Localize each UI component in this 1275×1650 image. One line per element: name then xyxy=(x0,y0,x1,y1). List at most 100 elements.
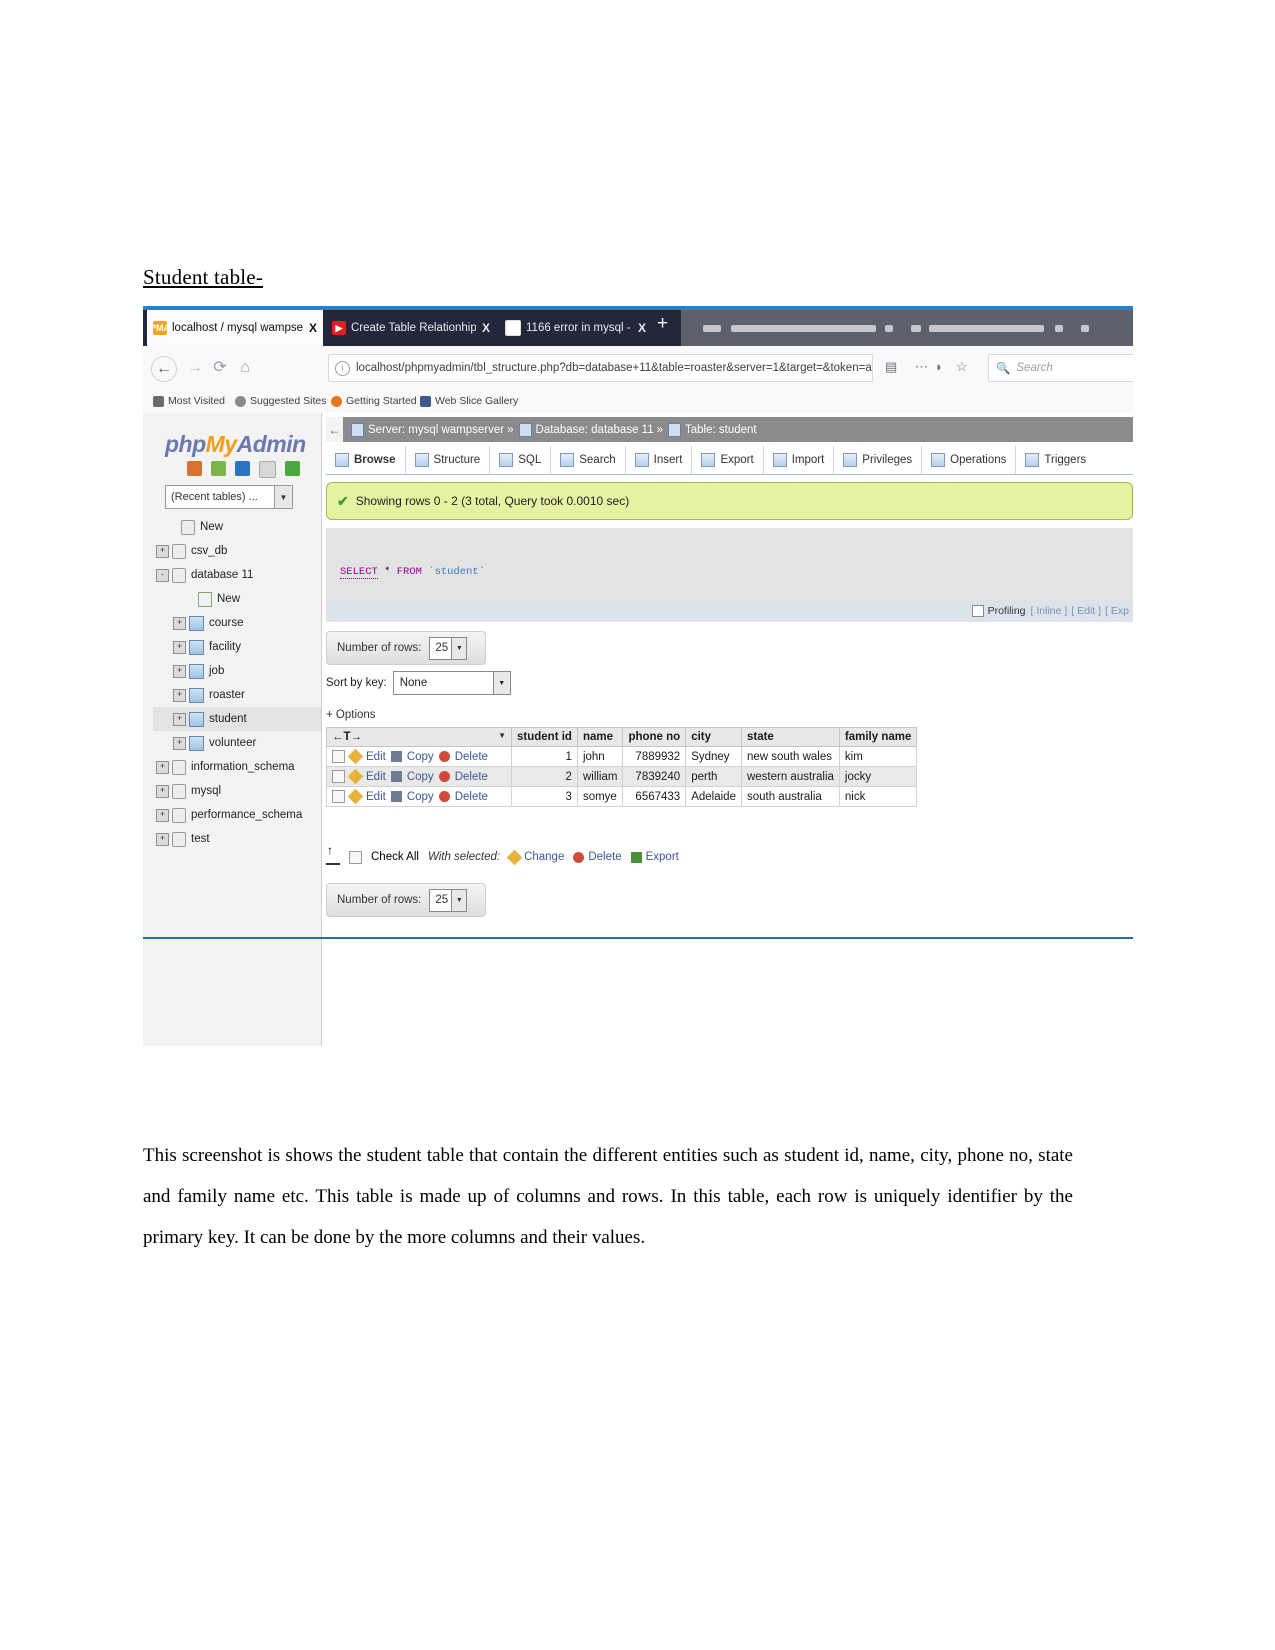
profiling-checkbox[interactable] xyxy=(971,605,984,617)
shield-icon[interactable]: ◗ xyxy=(935,359,943,374)
number-of-rows-select-top[interactable]: 25 ▼ xyxy=(429,636,468,660)
tree-item-new-table[interactable]: New xyxy=(153,587,321,611)
close-icon[interactable]: X xyxy=(309,321,317,335)
delete-link[interactable]: Delete xyxy=(455,791,488,803)
chevron-down-icon[interactable]: ▼ xyxy=(274,486,292,508)
sort-by-key-select[interactable]: None ▼ xyxy=(392,671,511,695)
number-of-rows-select-bottom[interactable]: 25 ▼ xyxy=(429,888,468,912)
delete-action[interactable]: Delete xyxy=(573,851,622,863)
table-row[interactable]: Edit Copy Delete 3 somye 6567433 Adelaid… xyxy=(326,786,918,807)
tree-item-new[interactable]: New xyxy=(153,515,321,539)
tree-item-csv_db[interactable]: + csv_db xyxy=(153,539,321,563)
edit-icon[interactable] xyxy=(347,748,364,765)
edit-link[interactable]: Edit xyxy=(366,791,386,803)
tab-triggers[interactable]: Triggers xyxy=(1016,446,1095,474)
tree-item-course[interactable]: + course xyxy=(153,611,321,635)
tab-structure[interactable]: Structure xyxy=(406,446,491,474)
tree-toggle[interactable]: + xyxy=(156,544,169,558)
edit-icon[interactable] xyxy=(347,788,364,805)
tree-item-roaster[interactable]: + roaster xyxy=(153,683,321,707)
address-bar[interactable]: i localhost/phpmyadmin/tbl_structure.php… xyxy=(328,354,873,382)
table-row[interactable]: Edit Copy Delete 1 john 7889932 Sydney n… xyxy=(326,746,918,767)
tree-toggle[interactable]: + xyxy=(156,832,169,846)
export-action[interactable]: Export xyxy=(630,851,679,863)
tree-toggle[interactable]: + xyxy=(173,664,186,678)
tree-item-test[interactable]: + test xyxy=(153,827,321,851)
delete-link[interactable]: Delete xyxy=(455,771,488,783)
edit-link[interactable]: [ Edit ] xyxy=(1071,605,1101,617)
browser-tab-2[interactable]: ▶ Create Table Relationhips in M X xyxy=(326,310,496,346)
browser-tab-3[interactable]: G 1166 error in mysql - Google Se X xyxy=(499,310,652,346)
tree-toggle[interactable]: + xyxy=(156,808,169,822)
table-row[interactable]: Edit Copy Delete 2 william 7839240 perth… xyxy=(326,766,918,787)
tree-item-performance_schema[interactable]: + performance_schema xyxy=(153,803,321,827)
column-header-city[interactable]: city xyxy=(685,727,742,747)
delete-icon[interactable] xyxy=(438,791,450,802)
copy-link[interactable]: Copy xyxy=(407,791,434,803)
home-button[interactable]: ⌂ xyxy=(233,356,257,380)
phpmyadmin-logo[interactable]: phpMyAdmin xyxy=(165,431,306,458)
info-icon[interactable] xyxy=(235,461,250,476)
tab-export[interactable]: Export xyxy=(692,446,764,474)
forward-button[interactable]: → xyxy=(183,356,207,380)
row-checkbox[interactable] xyxy=(332,750,345,763)
tree-toggle[interactable]: + xyxy=(156,760,169,774)
table-sort-header[interactable]: ←T→ ▼ xyxy=(326,727,512,747)
column-header-phone-no[interactable]: phone no xyxy=(622,727,687,747)
tree-toggle[interactable]: + xyxy=(156,784,169,798)
explain-link[interactable]: [ Exp xyxy=(1105,605,1129,617)
chevron-down-icon[interactable]: ▼ xyxy=(498,731,506,740)
edit-link[interactable]: Edit xyxy=(366,771,386,783)
breadcrumb-server[interactable]: Server: mysql wampserver xyxy=(368,424,504,436)
tab-sql[interactable]: SQL xyxy=(490,446,552,474)
column-header-student-id[interactable]: student id xyxy=(511,727,578,747)
tree-toggle[interactable]: + xyxy=(173,736,186,750)
bookmark-most-visited[interactable]: Most Visited xyxy=(153,395,225,407)
column-header-state[interactable]: state xyxy=(740,727,840,747)
column-header-family-name[interactable]: family name xyxy=(838,727,918,747)
tree-item-volunteer[interactable]: + volunteer xyxy=(153,731,321,755)
delete-link[interactable]: Delete xyxy=(455,751,488,763)
tree-item-facility[interactable]: + facility xyxy=(153,635,321,659)
tree-toggle[interactable]: + xyxy=(173,712,186,726)
recent-tables-select[interactable]: (Recent tables) ... ▼ xyxy=(165,485,293,509)
tree-toggle[interactable]: - xyxy=(156,568,169,582)
inline-link[interactable]: [ Inline ] xyxy=(1031,605,1068,617)
bookmark-getting-started[interactable]: Getting Started xyxy=(331,395,417,407)
tree-item-information_schema[interactable]: + information_schema xyxy=(153,755,321,779)
copy-icon[interactable] xyxy=(390,791,402,802)
docs-icon[interactable] xyxy=(259,461,276,478)
tab-operations[interactable]: Operations xyxy=(922,446,1017,474)
tree-toggle[interactable]: + xyxy=(173,616,186,630)
delete-icon[interactable] xyxy=(438,751,450,762)
page-actions-icon[interactable]: ⋯ xyxy=(915,359,928,375)
edit-icon[interactable] xyxy=(347,768,364,785)
check-all-label[interactable]: Check All xyxy=(371,851,419,863)
tab-import[interactable]: Import xyxy=(764,446,835,474)
search-input[interactable]: 🔍 Search xyxy=(988,354,1133,382)
bookmark-star-icon[interactable]: ☆ xyxy=(956,359,968,375)
close-icon[interactable]: X xyxy=(638,321,646,335)
copy-link[interactable]: Copy xyxy=(407,751,434,763)
edit-link[interactable]: Edit xyxy=(366,751,386,763)
row-checkbox[interactable] xyxy=(332,770,345,783)
chevron-down-icon[interactable]: ▼ xyxy=(492,672,510,694)
tree-toggle[interactable]: + xyxy=(173,640,186,654)
change-action[interactable]: Change xyxy=(506,849,564,865)
tree-item-job[interactable]: + job xyxy=(153,659,321,683)
copy-icon[interactable] xyxy=(390,751,402,762)
logout-icon[interactable] xyxy=(211,461,226,476)
home-icon[interactable] xyxy=(187,461,202,476)
chevron-down-icon[interactable]: ▼ xyxy=(451,637,467,659)
delete-icon[interactable] xyxy=(438,771,450,782)
back-button[interactable]: ← xyxy=(151,356,177,382)
tab-browse[interactable]: Browse xyxy=(326,446,406,474)
bookmark-web-slice-gallery[interactable]: Web Slice Gallery xyxy=(420,395,518,407)
tab-search[interactable]: Search xyxy=(551,446,626,474)
tree-item-student[interactable]: + student xyxy=(153,707,321,731)
options-toggle-link[interactable]: + Options xyxy=(326,709,376,721)
reload-icon[interactable] xyxy=(285,461,300,476)
chevron-down-icon[interactable]: ▼ xyxy=(451,889,467,911)
row-checkbox[interactable] xyxy=(332,790,345,803)
collapse-sidebar-button[interactable]: ← xyxy=(326,417,343,442)
